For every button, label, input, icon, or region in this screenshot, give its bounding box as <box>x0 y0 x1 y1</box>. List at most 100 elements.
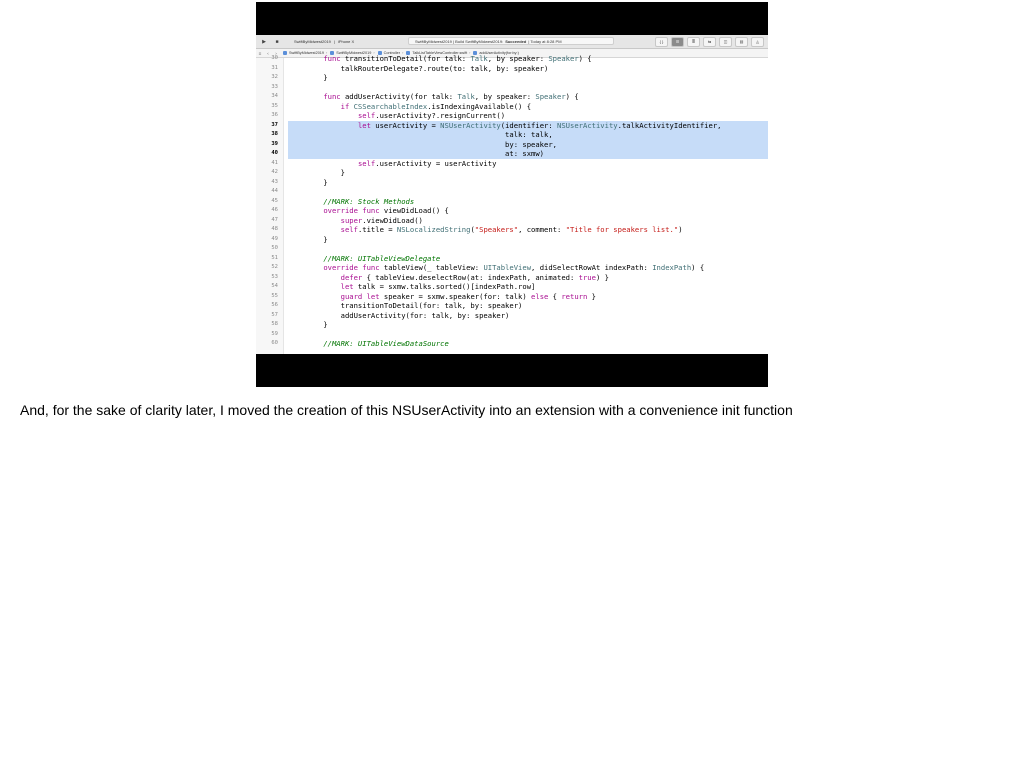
line-number: 38 <box>271 131 278 137</box>
xcode-window: ▶ ■ SwiftByMidwest2019 | iPhone X SwiftB… <box>256 35 768 354</box>
code-line[interactable]: 51 //MARK: UITableViewDelegate <box>256 254 768 264</box>
code-line[interactable]: 33 <box>256 83 768 93</box>
code-line[interactable]: 39 by: speaker, <box>256 139 768 149</box>
scheme-selector[interactable]: SwiftByMidwest2019 | iPhone X <box>294 39 354 44</box>
line-number: 46 <box>271 207 278 213</box>
line-number: 44 <box>271 188 278 194</box>
line-number: 55 <box>271 292 278 299</box>
scheme-project: SwiftByMidwest2019 <box>294 39 331 44</box>
scheme-device: iPhone X <box>337 39 355 44</box>
code-text: override func viewDidLoad() { <box>323 206 449 215</box>
code-line[interactable]: 41 self.userActivity = userActivity <box>256 159 768 169</box>
code-text: //MARK: UITableViewDelegate <box>323 253 441 263</box>
inspector-toggle-icon[interactable]: ◬ <box>751 37 764 47</box>
code-line[interactable]: 36 self.userActivity?.resignCurrent() <box>256 111 768 121</box>
code-text: transitionToDetail(for: talk, by: speake… <box>306 301 523 310</box>
code-line[interactable]: 52 override func tableView(_ tableView: … <box>256 263 768 273</box>
version-editor-icon[interactable]: ⇆ <box>703 37 716 47</box>
code-line[interactable]: 45 //MARK: Stock Methods <box>256 197 768 207</box>
code-line[interactable]: 38 talk: talk, <box>256 130 768 140</box>
code-line[interactable]: 48 self.title = NSLocalizedString("Speak… <box>256 225 768 235</box>
code-text: self.title = NSLocalizedString("Speakers… <box>340 225 683 234</box>
code-line[interactable]: 60 //MARK: UITableViewDataSource <box>256 339 768 349</box>
code-line[interactable]: 37 let userActivity = NSUserActivity(ide… <box>256 120 768 130</box>
code-line[interactable]: 31 talkRouterDelegate?.route(to: talk, b… <box>256 64 768 74</box>
status-time: | Today at 8:28 PM <box>528 38 562 44</box>
line-number: 54 <box>271 283 278 289</box>
code-text: at: sxmw) <box>288 149 768 159</box>
status-project: SwiftByMidwest2019 | Build SwiftByMidwes… <box>415 38 504 44</box>
code-text: self.userActivity = userActivity <box>357 158 497 168</box>
code-line[interactable]: 56 transitionToDetail(for: talk, by: spe… <box>256 301 768 311</box>
line-number: 51 <box>271 254 278 261</box>
code-text: } <box>306 73 328 82</box>
code-text: } <box>306 168 345 177</box>
code-text: guard let speaker = sxmw.speaker(for: ta… <box>340 291 596 301</box>
line-number: 47 <box>271 216 278 223</box>
code-line[interactable]: 44 <box>256 187 768 197</box>
code-text: override func tableView(_ tableView: UIT… <box>323 263 705 272</box>
code-text: } <box>306 177 328 187</box>
line-number: 41 <box>271 159 278 166</box>
run-button[interactable]: ▶ <box>259 38 269 46</box>
navigator-toggle-icon[interactable]: ◫ <box>719 37 732 47</box>
line-number: 59 <box>271 330 278 337</box>
stop-button[interactable]: ■ <box>272 38 282 46</box>
code-line[interactable]: 54 let talk = sxmw.talks.sorted()[indexP… <box>256 282 768 292</box>
code-text: func transitionToDetail(for talk: Talk, … <box>323 54 592 63</box>
code-text: func addUserActivity(for talk: Talk, by … <box>323 92 579 101</box>
line-number: 32 <box>271 74 278 80</box>
code-line[interactable]: 49 } <box>256 235 768 245</box>
code-line[interactable]: 58 } <box>256 320 768 330</box>
code-text: talk: talk, <box>288 130 768 140</box>
code-text: } <box>306 320 328 329</box>
code-line[interactable]: 53 defer { tableView.deselectRow(at: ind… <box>256 273 768 283</box>
line-number: 49 <box>271 235 278 242</box>
line-number: 42 <box>271 169 278 175</box>
line-number: 36 <box>271 112 278 118</box>
code-line[interactable]: 35 if CSSearchableIndex.isIndexingAvaila… <box>256 102 768 112</box>
assistant-editor-icon[interactable]: ≣ <box>687 37 700 47</box>
code-text: addUserActivity(for: talk, by: speaker) <box>306 310 510 320</box>
line-number: 43 <box>271 178 278 185</box>
code-line[interactable]: 50 <box>256 244 768 254</box>
line-number: 48 <box>271 226 278 232</box>
code-line[interactable]: 59 <box>256 330 768 340</box>
code-line[interactable]: 30 func transitionToDetail(for talk: Tal… <box>256 54 768 64</box>
line-number: 60 <box>271 340 278 346</box>
code-line[interactable]: 57 addUserActivity(for: talk, by: speake… <box>256 311 768 321</box>
code-line[interactable]: 34 func addUserActivity(for talk: Talk, … <box>256 92 768 102</box>
line-number: 37 <box>271 121 278 128</box>
standard-editor-icon[interactable]: ☰ <box>671 37 684 47</box>
line-number: 40 <box>271 150 278 156</box>
status-result: Succeeded <box>505 38 527 44</box>
code-line[interactable]: 40 at: sxmw) <box>256 149 768 159</box>
code-text: //MARK: UITableViewDataSource <box>323 339 449 348</box>
code-line[interactable]: 42 } <box>256 168 768 178</box>
line-number: 45 <box>271 197 278 204</box>
code-text: by: speaker, <box>288 139 768 149</box>
toolbar-right-controls: { } ☰ ≣ ⇆ ◫ ▤ ◬ <box>655 37 764 47</box>
line-number: 57 <box>271 311 278 318</box>
code-text: } <box>306 234 328 244</box>
code-line[interactable]: 43 } <box>256 178 768 188</box>
library-icon[interactable]: { } <box>655 37 668 47</box>
line-number: 58 <box>271 321 278 327</box>
code-line[interactable]: 47 super.viewDidLoad() <box>256 216 768 226</box>
line-number: 52 <box>271 264 278 270</box>
code-text: //MARK: Stock Methods <box>323 196 415 206</box>
line-number: 34 <box>271 93 278 99</box>
line-number: 56 <box>271 302 278 308</box>
code-line[interactable]: 32 } <box>256 73 768 83</box>
code-line[interactable]: 55 guard let speaker = sxmw.speaker(for:… <box>256 292 768 302</box>
code-editor[interactable]: 30 func transitionToDetail(for talk: Tal… <box>256 54 768 354</box>
activity-status: SwiftByMidwest2019 | Build SwiftByMidwes… <box>408 37 614 45</box>
line-number: 33 <box>271 83 278 90</box>
line-number: 31 <box>271 64 278 71</box>
code-text: defer { tableView.deselectRow(at: indexP… <box>340 272 609 282</box>
code-text: if CSSearchableIndex.isIndexingAvailable… <box>340 101 532 111</box>
debug-toggle-icon[interactable]: ▤ <box>735 37 748 47</box>
code-line[interactable]: 46 override func viewDidLoad() { <box>256 206 768 216</box>
line-number: 53 <box>271 273 278 280</box>
line-number: 39 <box>271 140 278 147</box>
